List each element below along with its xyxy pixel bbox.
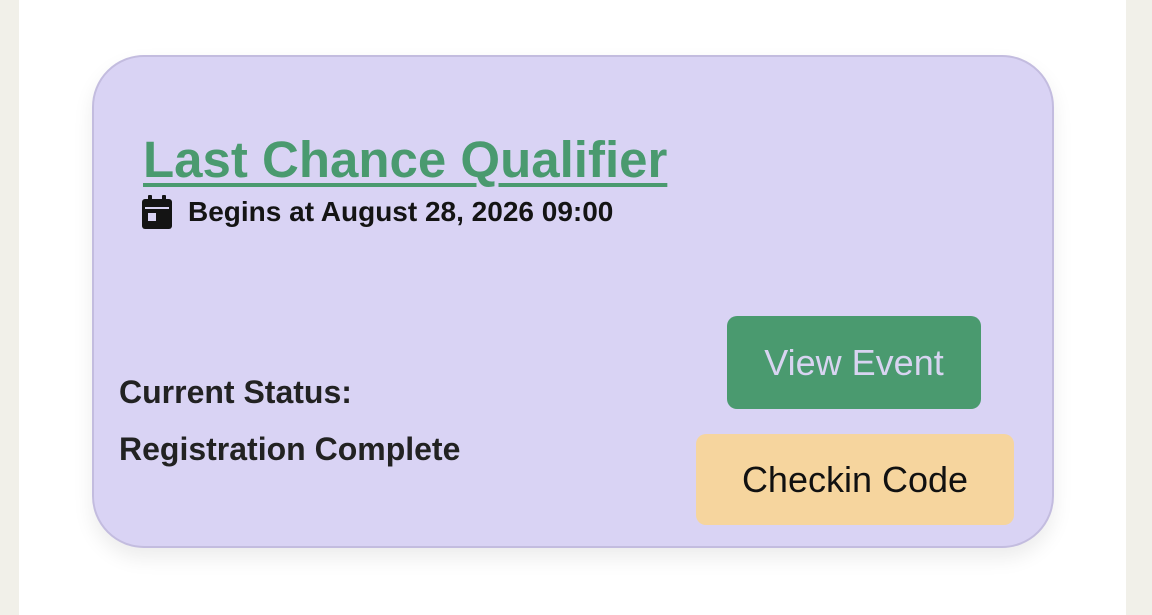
event-begins-text: Begins at August 28, 2026 09:00 — [188, 196, 614, 227]
checkin-code-button[interactable]: Checkin Code — [696, 434, 1014, 525]
calendar-icon — [142, 195, 172, 229]
status-value: Registration Complete — [119, 431, 461, 467]
view-event-button[interactable]: View Event — [727, 316, 981, 409]
event-title-link[interactable]: Last Chance Qualifier — [143, 131, 667, 188]
event-begins-row: Begins at August 28, 2026 09:00 — [142, 195, 613, 229]
status-label: Current Status: — [119, 374, 352, 410]
